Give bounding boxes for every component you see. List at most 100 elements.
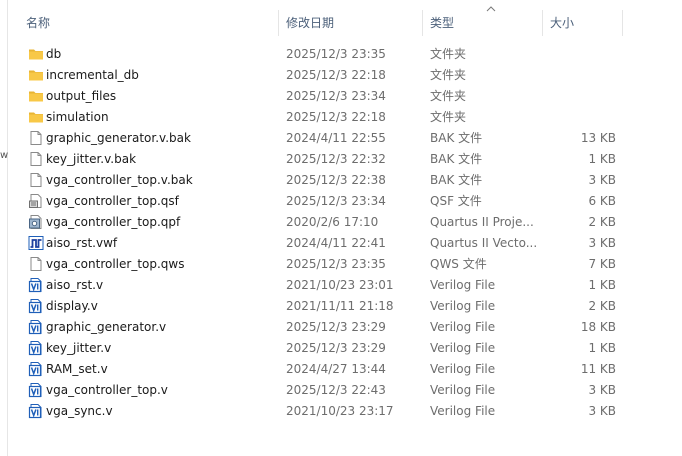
file-row[interactable]: db 2025/12/3 23:35 文件夹 (8, 44, 682, 65)
nav-pane-clipped-text: w (0, 150, 9, 161)
file-name: graphic_generator.v (46, 320, 167, 334)
file-size: 3 KB (588, 173, 616, 187)
file-name: graphic_generator.v.bak (46, 131, 191, 145)
file-type: Verilog File (430, 299, 496, 313)
file-modified-date: 2025/12/3 23:35 (286, 47, 386, 61)
file-modified-date: 2025/12/3 23:34 (286, 194, 386, 208)
file-row[interactable]: key_jitter.v 2025/12/3 23:29 Verilog File 1… (8, 338, 682, 359)
file-name: aiso_rst.vwf (46, 236, 118, 250)
column-header-size[interactable]: 大小 (540, 14, 574, 32)
file-row[interactable]: output_files 2025/12/3 23:34 文件夹 (8, 86, 682, 107)
file-row[interactable]: display.v 2021/11/11 21:18 Verilog File 2 K… (8, 296, 682, 317)
file-type: Verilog File (430, 320, 496, 334)
file-size: 2 KB (588, 299, 616, 313)
file-size: 1 KB (588, 341, 616, 355)
verilog-file-icon (28, 382, 44, 398)
file-name: vga_controller_top.qpf (46, 215, 181, 229)
file-row[interactable]: vga_sync.v 2021/10/23 23:17 Verilog File 3 … (8, 401, 682, 422)
blank-file-icon (28, 130, 44, 146)
file-modified-date: 2025/12/3 22:32 (286, 152, 386, 166)
verilog-file-icon (28, 361, 44, 377)
file-type: 文件夹 (430, 110, 467, 124)
file-modified-date: 2025/12/3 23:29 (286, 320, 386, 334)
file-size: 3 KB (588, 236, 616, 250)
file-row[interactable]: simulation 2025/12/3 22:18 文件夹 (8, 107, 682, 128)
verilog-file-icon (28, 277, 44, 293)
file-row[interactable]: aiso_rst.vwf 2024/4/11 22:41 Quartus II Ve… (8, 233, 682, 254)
file-row[interactable]: incremental_db 2025/12/3 22:18 文件夹 (8, 65, 682, 86)
sort-ascending-icon (486, 6, 496, 12)
folder-icon (28, 88, 44, 104)
file-modified-date: 2025/12/3 23:35 (286, 257, 386, 271)
verilog-file-icon (28, 298, 44, 314)
file-modified-date: 2020/2/6 17:10 (286, 215, 379, 229)
file-type: Quartus II Proje... (430, 215, 534, 229)
file-modified-date: 2021/10/23 23:17 (286, 404, 394, 418)
qsf-file-icon (28, 193, 44, 209)
file-size: 7 KB (588, 257, 616, 271)
file-row[interactable]: vga_controller_top.qsf 2025/12/3 23:34 QSF… (8, 191, 682, 212)
blank-file-icon (28, 256, 44, 272)
file-modified-date: 2021/10/23 23:01 (286, 278, 394, 292)
file-type: BAK 文件 (430, 152, 483, 166)
file-type: QWS 文件 (430, 257, 487, 271)
file-name: simulation (46, 110, 109, 124)
file-row[interactable]: key_jitter.v.bak 2025/12/3 22:32 BAK 文件 1 K… (8, 149, 682, 170)
file-type: 文件夹 (430, 89, 467, 103)
file-size: 13 KB (580, 131, 616, 145)
file-type: BAK 文件 (430, 173, 483, 187)
column-header-modified[interactable]: 修改日期 (276, 14, 334, 32)
file-modified-date: 2024/4/11 22:41 (286, 236, 386, 250)
file-row[interactable]: vga_controller_top.qpf 2020/2/6 17:10 Quar… (8, 212, 682, 233)
verilog-file-icon (28, 340, 44, 356)
file-row[interactable]: graphic_generator.v.bak 2024/4/11 22:55 BA… (8, 128, 682, 149)
file-type: Verilog File (430, 404, 496, 418)
file-modified-date: 2024/4/11 22:55 (286, 131, 386, 145)
verilog-file-icon (28, 403, 44, 419)
quartus-project-icon (28, 214, 44, 230)
column-resize-handle-size[interactable] (622, 10, 623, 36)
file-type: Verilog File (430, 383, 496, 397)
file-size: 1 KB (588, 152, 616, 166)
file-type: 文件夹 (430, 47, 467, 61)
blank-file-icon (28, 151, 44, 167)
file-name: display.v (46, 299, 98, 313)
file-size: 18 KB (580, 320, 616, 334)
verilog-file-icon (28, 319, 44, 335)
folder-icon (28, 109, 44, 125)
file-modified-date: 2025/12/3 22:38 (286, 173, 386, 187)
file-modified-date: 2025/12/3 23:34 (286, 89, 386, 103)
file-row[interactable]: vga_controller_top.v 2025/12/3 22:43 Veril… (8, 380, 682, 401)
file-size: 2 KB (588, 215, 616, 229)
file-type: Verilog File (430, 362, 496, 376)
file-name: incremental_db (46, 68, 139, 82)
file-type: BAK 文件 (430, 131, 483, 145)
folder-icon (28, 46, 44, 62)
file-modified-date: 2021/11/11 21:18 (286, 299, 394, 313)
file-modified-date: 2025/12/3 22:18 (286, 110, 386, 124)
column-header-type[interactable]: 类型 (420, 14, 454, 32)
file-name: vga_controller_top.qws (46, 257, 185, 271)
file-row[interactable]: aiso_rst.v 2021/10/23 23:01 Verilog File 1 … (8, 275, 682, 296)
file-size: 11 KB (580, 362, 616, 376)
file-modified-date: 2025/12/3 23:29 (286, 341, 386, 355)
file-name: vga_controller_top.v (46, 383, 168, 397)
file-size: 3 KB (588, 404, 616, 418)
file-name: RAM_set.v (46, 362, 108, 376)
column-header-name[interactable]: 名称 (16, 14, 50, 32)
file-row[interactable]: graphic_generator.v 2025/12/3 23:29 Verilo… (8, 317, 682, 338)
file-type: 文件夹 (430, 68, 467, 82)
file-type: Quartus II Vecto... (430, 236, 538, 250)
file-row[interactable]: vga_controller_top.v.bak 2025/12/3 22:38 B… (8, 170, 682, 191)
file-type: Verilog File (430, 341, 496, 355)
file-name: aiso_rst.v (46, 278, 104, 292)
file-name: vga_sync.v (46, 404, 113, 418)
waveform-file-icon (28, 235, 44, 251)
file-row[interactable]: vga_controller_top.qws 2025/12/3 23:35 QWS… (8, 254, 682, 275)
file-modified-date: 2025/12/3 22:43 (286, 383, 386, 397)
file-size: 1 KB (588, 278, 616, 292)
file-type: QSF 文件 (430, 194, 482, 208)
file-modified-date: 2024/4/27 13:44 (286, 362, 386, 376)
file-row[interactable]: RAM_set.v 2024/4/27 13:44 Verilog File 11 K… (8, 359, 682, 380)
file-name: key_jitter.v (46, 341, 112, 355)
